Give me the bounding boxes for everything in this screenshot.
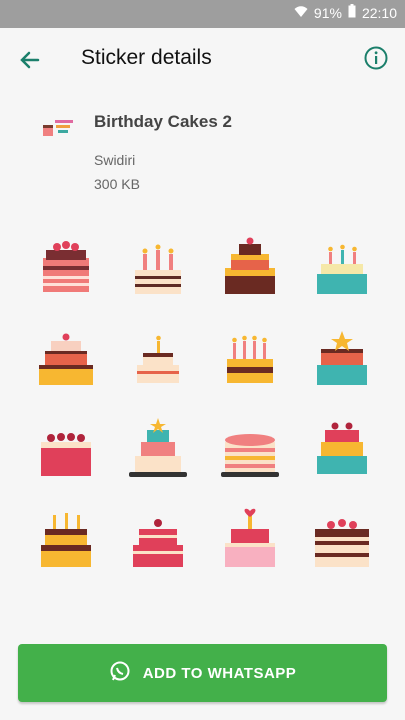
sticker-item[interactable] [20,222,112,313]
tiered-stand-cake-icon [123,412,193,487]
sticker-item[interactable] [296,495,388,586]
sticker-item[interactable] [20,495,112,586]
battery-percent: 91% [313,4,342,21]
clock: 22:10 [361,4,397,21]
sticker-item[interactable] [296,404,388,495]
info-icon[interactable] [363,45,389,71]
colorful-tier-cake-icon [307,412,377,487]
red-cherry-cake-icon [31,412,101,487]
add-to-whatsapp-label: ADD TO WHATSAPP [142,664,297,682]
chocolate-drip-cake-icon [215,230,285,305]
pack-size: 300 KB [94,176,140,192]
sticker-item[interactable] [204,313,296,404]
sticker-item[interactable] [204,495,296,586]
small-candle-cake-icon [123,321,193,396]
pack-info: Birthday Cakes 2 Swidiri 300 KB [0,96,405,206]
sticker-item[interactable] [112,222,204,313]
sticker-item[interactable] [204,222,296,313]
yellow-drip-cake-icon [31,503,101,578]
sticker-item[interactable] [20,313,112,404]
app-bar: Sticker details [0,28,405,92]
add-to-whatsapp-button[interactable]: ADD TO WHATSAPP [18,644,387,702]
striped-stand-cake-icon [215,412,285,487]
candle-cake-icon [123,230,193,305]
sticker-item[interactable] [112,313,204,404]
pack-publisher: Swidiri [94,152,136,168]
battery-icon [348,4,356,21]
status-bar: 91% 22:10 [0,0,405,28]
sticker-grid [20,222,390,586]
sticker-item[interactable] [204,404,296,495]
wifi-icon [294,5,308,21]
three-tier-cake-icon [31,321,101,396]
sticker-item[interactable] [112,404,204,495]
teal-star-cake-icon [307,321,377,396]
teal-candle-cake-icon [307,230,377,305]
sticker-item[interactable] [20,404,112,495]
sticker-item[interactable] [296,313,388,404]
pack-name: Birthday Cakes 2 [94,112,232,131]
page-title: Sticker details [81,46,212,69]
pink-cherry-tier-cake-icon [123,503,193,578]
sticker-item[interactable] [296,222,388,313]
back-arrow-icon[interactable] [16,46,44,74]
pink-heart-cake-icon [215,503,285,578]
sticker-item[interactable] [112,495,204,586]
whatsapp-icon [109,660,131,686]
pack-thumbnail [40,116,76,142]
layer-cake-cherries-icon [31,230,101,305]
yellow-candle-cake-icon [215,321,285,396]
chocolate-cherry-cake-icon [307,503,377,578]
